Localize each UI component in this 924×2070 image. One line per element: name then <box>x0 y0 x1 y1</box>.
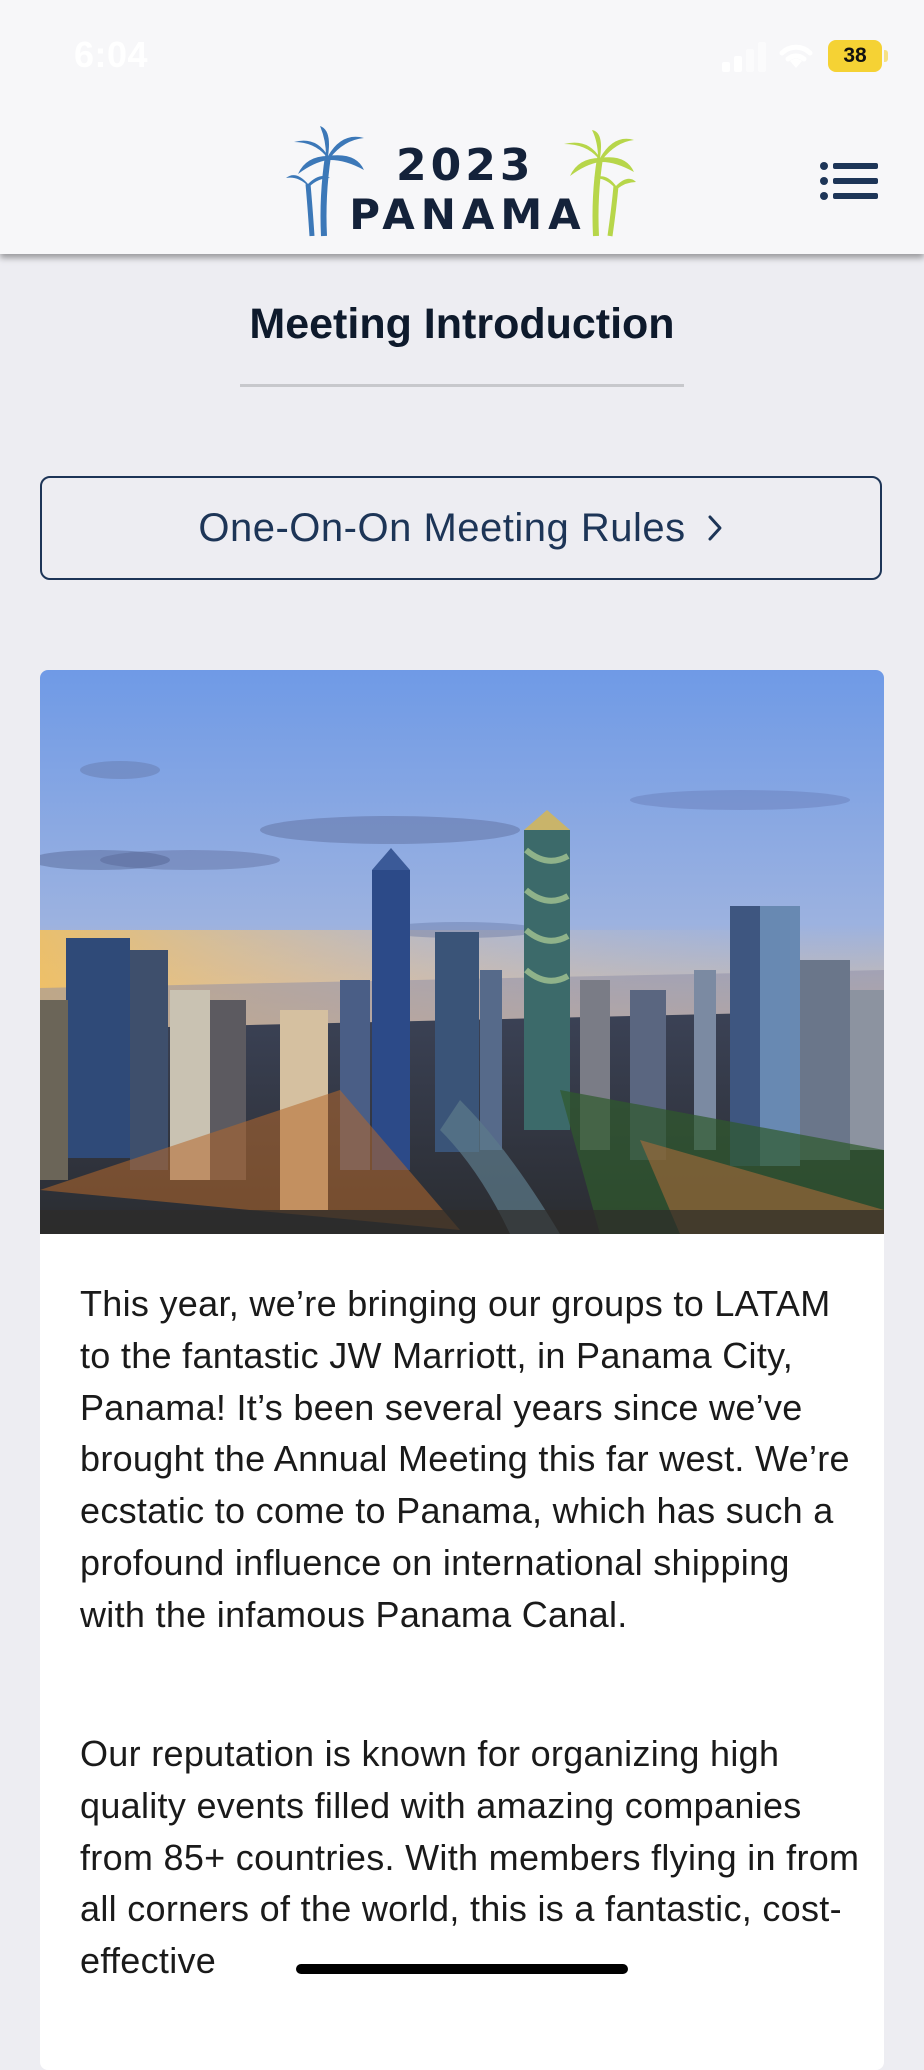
wifi-icon <box>779 44 813 68</box>
battery-nub <box>884 50 888 62</box>
logo-year: 2023 <box>396 140 535 191</box>
home-indicator[interactable] <box>296 1964 628 1974</box>
event-logo[interactable]: 2023 PANAMA <box>286 126 636 242</box>
palm-tree-icon <box>564 130 636 237</box>
title-divider <box>240 384 684 387</box>
chevron-right-icon <box>708 515 722 541</box>
panama-city-skyline-image <box>40 670 884 1234</box>
menu-icon[interactable] <box>820 162 878 200</box>
meeting-rules-label: One-On-On Meeting Rules <box>198 505 686 550</box>
status-time: 6:04 <box>74 34 149 75</box>
intro-paragraph: This year, we’re bringing our groups to … <box>80 1283 850 1635</box>
logo-country: PANAMA <box>349 190 587 239</box>
page-title: Meeting Introduction <box>249 300 675 348</box>
intro-card: This year, we’re bringing our groups to … <box>40 670 884 2070</box>
signal-icon <box>722 42 766 72</box>
meeting-rules-button[interactable]: One-On-On Meeting Rules <box>40 476 882 580</box>
intro-paragraph: Our reputation is known for organizing h… <box>80 1733 860 1982</box>
battery-indicator: 38 <box>828 40 882 72</box>
battery-level: 38 <box>843 44 867 67</box>
app-header: 6:04 38 2023 PANAMA <box>0 0 924 254</box>
